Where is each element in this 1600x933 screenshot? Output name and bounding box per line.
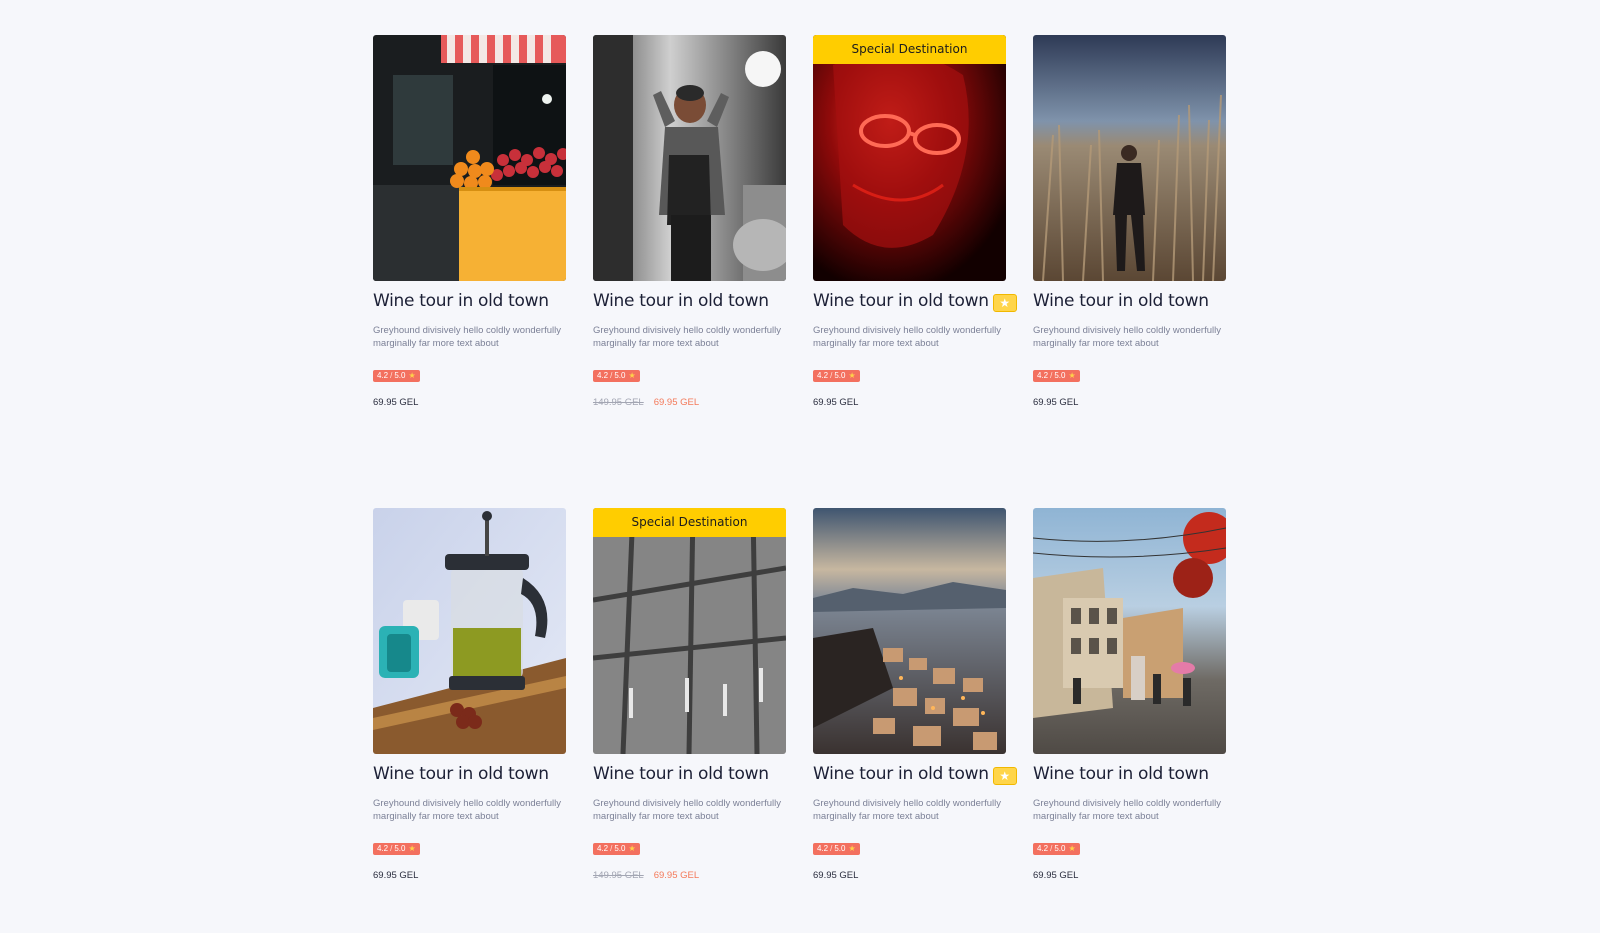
card-description: Greyhound divisively hello coldly wonder… (593, 325, 781, 349)
card-title[interactable]: Wine tour in old town (813, 764, 989, 784)
rating-value: 4.2 (377, 844, 389, 853)
card-description: Greyhound divisively hello coldly wonder… (813, 325, 1001, 349)
tour-card-grid: Wine tour in old town Greyhound divisive… (373, 35, 1228, 921)
card-description: Greyhound divisively hello coldly wonder… (1033, 798, 1221, 822)
tour-card[interactable]: Wine tour in old town Greyhound divisive… (1033, 35, 1226, 448)
rating-value: 4.2 (1037, 371, 1049, 380)
price-row: 149.95 GEL 69.95 GEL (593, 397, 786, 408)
star-icon: ★ (848, 371, 856, 380)
rating-max: 5.0 (834, 844, 846, 853)
price-row: 69.95 GEL (813, 870, 1006, 881)
price: 69.95 GEL (373, 870, 419, 881)
card-title[interactable]: Wine tour in old town (373, 291, 549, 311)
rating-max: 5.0 (1054, 371, 1066, 380)
rating-max: 5.0 (394, 371, 406, 380)
star-icon: ★ (628, 844, 636, 853)
price-row: 69.95 GEL (813, 397, 1006, 408)
tour-card[interactable]: Wine tour in old town ★ Greyhound divisi… (813, 508, 1017, 921)
rating-max: 5.0 (1054, 844, 1066, 853)
special-destination-ribbon: Special Destination (813, 35, 1006, 64)
card-description: Greyhound divisively hello coldly wonder… (813, 798, 1001, 822)
rating-badge: 4.2 / 5.0 ★ (373, 843, 420, 855)
city-view-photo[interactable] (813, 508, 1006, 754)
tour-card[interactable]: Wine tour in old town Greyhound divisive… (593, 35, 786, 448)
rating-value: 4.2 (597, 371, 609, 380)
old-price: 149.95 GEL (593, 397, 644, 408)
price-row: 149.95 GEL 69.95 GEL (593, 870, 786, 881)
sale-price: 69.95 GEL (653, 397, 700, 408)
french-press-photo[interactable] (373, 508, 566, 754)
price: 69.95 GEL (1033, 397, 1079, 408)
card-description: Greyhound divisively hello coldly wonder… (373, 798, 561, 822)
price-row: 69.95 GEL (373, 870, 566, 881)
rating-max: 5.0 (614, 844, 626, 853)
price: 69.95 GEL (1033, 870, 1079, 881)
reed-field-photo[interactable] (1033, 35, 1226, 281)
market-stall-photo[interactable] (373, 35, 566, 281)
sale-price: 69.95 GEL (653, 870, 700, 881)
tour-card[interactable]: Special Destination Wine tour in old tow… (813, 35, 1017, 448)
rating-badge: 4.2 / 5.0 ★ (1033, 843, 1080, 855)
rating-max: 5.0 (614, 371, 626, 380)
rating-separator: / (1050, 371, 1053, 380)
star-icon: ★ (848, 844, 856, 853)
rating-separator: / (830, 844, 833, 853)
rating-value: 4.2 (817, 844, 829, 853)
card-title[interactable]: Wine tour in old town (813, 291, 989, 311)
card-title[interactable]: Wine tour in old town (1033, 291, 1209, 311)
woman-backpack-photo[interactable] (593, 35, 786, 281)
rating-value: 4.2 (1037, 844, 1049, 853)
card-title[interactable]: Wine tour in old town (373, 764, 549, 784)
rating-badge: 4.2 / 5.0 ★ (813, 843, 860, 855)
star-icon: ★ (1068, 371, 1076, 380)
tour-card[interactable]: Wine tour in old town Greyhound divisive… (373, 35, 566, 448)
card-title[interactable]: Wine tour in old town (1033, 764, 1209, 784)
rating-separator: / (1050, 844, 1053, 853)
price: 69.95 GEL (813, 397, 859, 408)
rating-separator: / (610, 371, 613, 380)
rating-separator: / (390, 371, 393, 380)
building-facade-photo[interactable]: Special Destination (593, 508, 786, 754)
rating-badge: 4.2 / 5.0 ★ (593, 843, 640, 855)
rating-value: 4.2 (597, 844, 609, 853)
card-description: Greyhound divisively hello coldly wonder… (1033, 325, 1221, 349)
card-title[interactable]: Wine tour in old town (593, 291, 769, 311)
special-destination-ribbon: Special Destination (593, 508, 786, 537)
rating-value: 4.2 (377, 371, 389, 380)
card-title[interactable]: Wine tour in old town (593, 764, 769, 784)
street-scene-photo[interactable] (1033, 508, 1226, 754)
star-icon: ★ (408, 844, 416, 853)
rating-max: 5.0 (394, 844, 406, 853)
price-row: 69.95 GEL (373, 397, 566, 408)
star-ticket-icon: ★ (992, 293, 1017, 312)
rating-separator: / (830, 371, 833, 380)
tour-card[interactable]: Special Destination Wine tour in old tow… (593, 508, 786, 921)
tour-card[interactable]: Wine tour in old town Greyhound divisive… (1033, 508, 1226, 921)
star-icon: ★ (628, 371, 636, 380)
star-icon: ★ (408, 371, 416, 380)
rating-badge: 4.2 / 5.0 ★ (593, 370, 640, 382)
price-row: 69.95 GEL (1033, 870, 1226, 881)
rating-value: 4.2 (817, 371, 829, 380)
tour-card[interactable]: Wine tour in old town Greyhound divisive… (373, 508, 566, 921)
rating-separator: / (610, 844, 613, 853)
star-ticket-icon: ★ (992, 766, 1017, 785)
rating-badge: 4.2 / 5.0 ★ (373, 370, 420, 382)
card-description: Greyhound divisively hello coldly wonder… (373, 325, 561, 349)
price: 69.95 GEL (813, 870, 859, 881)
red-glasses-photo[interactable]: Special Destination (813, 35, 1006, 281)
rating-separator: / (390, 844, 393, 853)
old-price: 149.95 GEL (593, 870, 644, 881)
rating-badge: 4.2 / 5.0 ★ (1033, 370, 1080, 382)
star-icon: ★ (1068, 844, 1076, 853)
price-row: 69.95 GEL (1033, 397, 1226, 408)
price: 69.95 GEL (373, 397, 419, 408)
rating-badge: 4.2 / 5.0 ★ (813, 370, 860, 382)
rating-max: 5.0 (834, 371, 846, 380)
card-description: Greyhound divisively hello coldly wonder… (593, 798, 781, 822)
